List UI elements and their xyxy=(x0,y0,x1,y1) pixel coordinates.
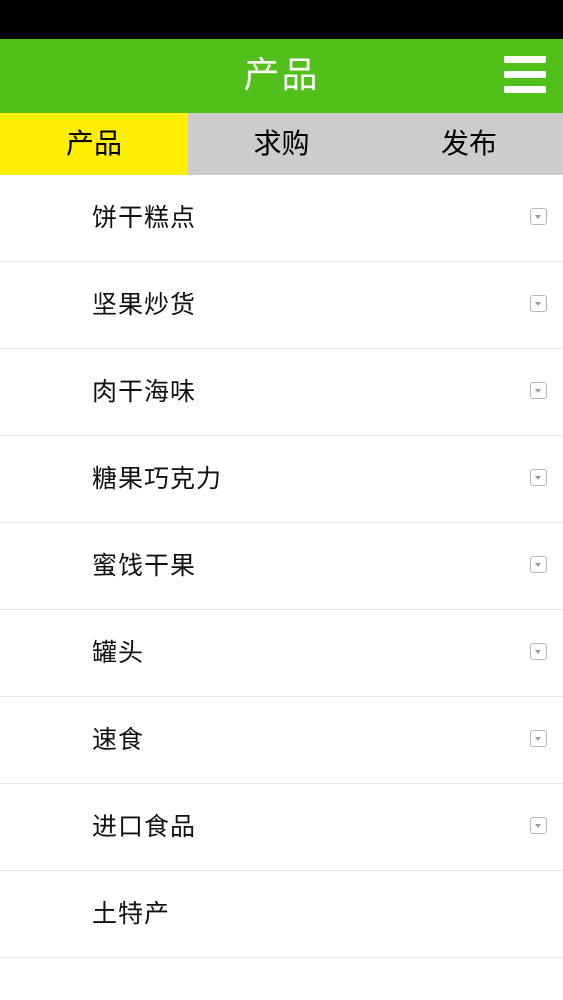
tab-purchase-requests[interactable]: 求购 xyxy=(188,113,375,175)
menu-bar xyxy=(504,56,546,63)
dropdown-arrow-icon[interactable] xyxy=(530,469,547,486)
status-bar xyxy=(0,0,563,39)
category-label: 蜜饯干果 xyxy=(92,551,197,580)
list-item[interactable]: 肉干海味 xyxy=(0,349,563,436)
category-label: 土特产 xyxy=(92,899,171,928)
menu-bar xyxy=(504,86,546,93)
list-item[interactable]: 罐头 xyxy=(0,610,563,697)
dropdown-arrow-icon[interactable] xyxy=(530,556,547,573)
dropdown-arrow-icon[interactable] xyxy=(530,295,547,312)
dropdown-arrow-icon[interactable] xyxy=(530,208,547,225)
category-label: 罐头 xyxy=(92,638,145,667)
category-label: 坚果炒货 xyxy=(92,290,197,319)
list-item[interactable]: 坚果炒货 xyxy=(0,262,563,349)
list-item[interactable]: 土特产 xyxy=(0,871,563,958)
dropdown-arrow-icon[interactable] xyxy=(530,643,547,660)
app-header: 产品 xyxy=(0,39,563,113)
list-item[interactable]: 速食 xyxy=(0,697,563,784)
dropdown-arrow-icon[interactable] xyxy=(530,730,547,747)
tab-publish[interactable]: 发布 xyxy=(375,113,563,175)
category-label: 速食 xyxy=(92,725,145,754)
tab-bar: 产品 求购 发布 xyxy=(0,113,563,175)
category-label: 饼干糕点 xyxy=(92,203,197,232)
category-label: 糖果巧克力 xyxy=(92,464,223,493)
tab-products[interactable]: 产品 xyxy=(0,113,188,175)
category-list: 饼干糕点 坚果炒货 肉干海味 糖果巧克力 蜜饯干果 罐头 速食 进口食品 土特产 xyxy=(0,175,563,958)
category-label: 进口食品 xyxy=(92,812,197,841)
page-title: 产品 xyxy=(243,55,320,96)
list-item[interactable]: 进口食品 xyxy=(0,784,563,871)
list-item[interactable]: 饼干糕点 xyxy=(0,175,563,262)
dropdown-arrow-icon[interactable] xyxy=(530,817,547,834)
hamburger-menu-icon[interactable] xyxy=(504,55,546,95)
list-item[interactable]: 蜜饯干果 xyxy=(0,523,563,610)
category-label: 肉干海味 xyxy=(92,377,197,406)
menu-bar xyxy=(504,71,546,78)
dropdown-arrow-icon[interactable] xyxy=(530,382,547,399)
list-item[interactable]: 糖果巧克力 xyxy=(0,436,563,523)
